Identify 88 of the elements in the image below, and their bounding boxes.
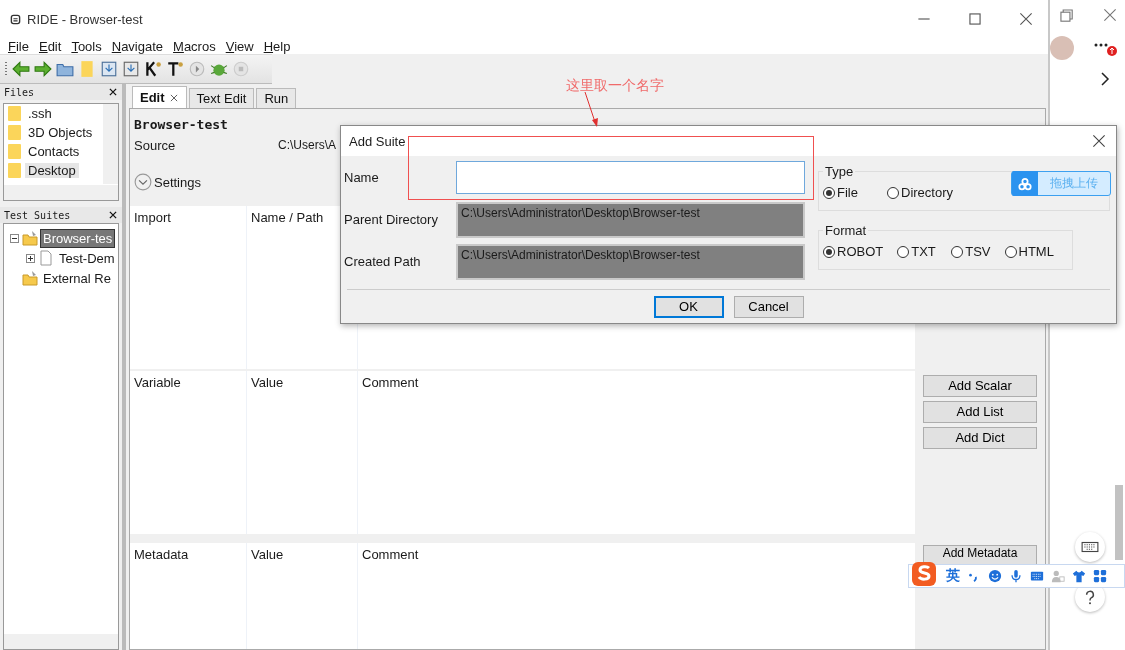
back-arrow-icon[interactable] bbox=[12, 60, 30, 78]
source-label: Source bbox=[134, 138, 177, 153]
folder-icon bbox=[8, 106, 21, 121]
field-label: Name bbox=[344, 170, 380, 185]
column-header: Name / Path bbox=[251, 210, 324, 225]
grip-icon bbox=[4, 61, 8, 77]
expand-icon[interactable] bbox=[26, 253, 35, 263]
folder-icon bbox=[22, 270, 38, 286]
close-icon[interactable] bbox=[168, 92, 179, 103]
file-tree-item[interactable]: .ssh bbox=[25, 106, 55, 121]
tab[interactable]: Edit bbox=[132, 86, 187, 108]
path-field: C:\Users\Administrator\Desktop\Browser-test bbox=[456, 243, 805, 280]
field-label: Created Path bbox=[344, 254, 422, 269]
add-button[interactable]: Add Metadata bbox=[923, 545, 1037, 567]
scrollbar[interactable] bbox=[1115, 485, 1123, 560]
folder-icon bbox=[22, 230, 38, 246]
folder-icon bbox=[8, 125, 21, 140]
source-path: C:\Users\A bbox=[278, 138, 336, 153]
arrow-icon bbox=[583, 92, 599, 128]
name-field[interactable] bbox=[456, 161, 805, 194]
radio-button[interactable]: TXT bbox=[897, 244, 938, 259]
menu-item[interactable]: Help bbox=[263, 38, 291, 54]
column-header: Variable bbox=[134, 375, 181, 390]
column-header: Comment bbox=[362, 547, 419, 562]
microphone-icon[interactable] bbox=[1009, 569, 1023, 583]
input-mode-toggle[interactable]: 英 bbox=[946, 567, 960, 585]
file-tree-item[interactable]: Contacts bbox=[25, 144, 83, 159]
menu-item[interactable]: View bbox=[225, 38, 254, 54]
close-icon[interactable] bbox=[108, 210, 118, 220]
folder-icon bbox=[8, 144, 21, 159]
grid-icon[interactable] bbox=[1093, 569, 1107, 583]
annotation-text: 这里取一个名字 bbox=[566, 77, 664, 95]
suite-title: Browser-test bbox=[134, 117, 229, 132]
shirt-icon[interactable] bbox=[1072, 569, 1086, 583]
folder-icon bbox=[8, 163, 21, 178]
panel-title: Files bbox=[4, 86, 35, 98]
scrollbar[interactable] bbox=[103, 104, 118, 184]
column-header: Value bbox=[251, 375, 284, 390]
dialog-button[interactable]: OK bbox=[653, 295, 724, 318]
app-icon bbox=[10, 13, 21, 25]
scrollbar[interactable] bbox=[4, 634, 118, 649]
column-header: Value bbox=[251, 547, 284, 562]
tab[interactable]: Text Edit bbox=[188, 88, 255, 108]
tree-item[interactable]: Test-Dem bbox=[57, 249, 117, 267]
menu-item[interactable]: Macros bbox=[173, 38, 216, 54]
tree-item[interactable]: Browser-tes bbox=[41, 229, 115, 247]
s-logo-icon[interactable] bbox=[911, 560, 939, 588]
file-icon bbox=[38, 250, 54, 266]
tree-item[interactable]: External Re bbox=[41, 269, 113, 287]
keyboard-icon[interactable] bbox=[1030, 569, 1044, 583]
add-button[interactable]: Add List bbox=[923, 401, 1037, 423]
radio-button[interactable]: ROBOT bbox=[823, 244, 884, 259]
field-label: Parent Directory bbox=[344, 212, 439, 227]
window-title: RIDE - Browser-test bbox=[27, 11, 144, 27]
add-button[interactable]: Add Scalar bbox=[923, 375, 1037, 397]
tab[interactable]: Run bbox=[256, 88, 297, 108]
radio-button[interactable]: File bbox=[823, 185, 873, 200]
group-title: Type bbox=[824, 164, 855, 179]
smiley-icon[interactable] bbox=[988, 569, 1002, 583]
test-search-icon[interactable] bbox=[166, 60, 184, 78]
close-icon[interactable] bbox=[1090, 132, 1108, 150]
radio-button[interactable]: TSV bbox=[951, 244, 991, 259]
column-header: Comment bbox=[362, 375, 419, 390]
save-icon[interactable] bbox=[100, 60, 118, 78]
dialog-button[interactable]: Cancel bbox=[733, 295, 804, 318]
add-button[interactable]: Add Dict bbox=[923, 427, 1037, 449]
scrollbar[interactable] bbox=[4, 185, 118, 200]
column-header: Metadata bbox=[134, 547, 189, 562]
path-field: C:\Users\Administrator\Desktop\Browser-test bbox=[456, 201, 805, 238]
settings-label: Settings bbox=[154, 174, 201, 190]
menu-item[interactable]: Navigate bbox=[111, 38, 164, 54]
save-all-icon[interactable] bbox=[122, 60, 140, 78]
group-title: Format bbox=[824, 223, 868, 238]
dialog-title: Add Suite bbox=[349, 133, 406, 149]
menu-item[interactable]: Tools bbox=[71, 38, 102, 54]
radio-button[interactable]: HTML bbox=[1004, 244, 1054, 259]
collapse-icon[interactable] bbox=[10, 233, 19, 243]
file-tree-item[interactable]: 3D Objects bbox=[25, 125, 96, 140]
chevron-icon[interactable] bbox=[1100, 72, 1110, 86]
radio-button[interactable]: Directory bbox=[887, 185, 953, 200]
keyword-search-icon[interactable] bbox=[144, 60, 162, 78]
file-tree-item[interactable]: Desktop bbox=[25, 163, 79, 178]
column-header: Import bbox=[134, 210, 171, 225]
close-icon[interactable] bbox=[108, 87, 118, 97]
menu-item[interactable]: Edit bbox=[38, 38, 62, 54]
menu-item[interactable]: File bbox=[8, 38, 29, 54]
panel-title: Test Suites bbox=[4, 209, 71, 221]
forward-arrow-icon[interactable] bbox=[34, 60, 52, 78]
